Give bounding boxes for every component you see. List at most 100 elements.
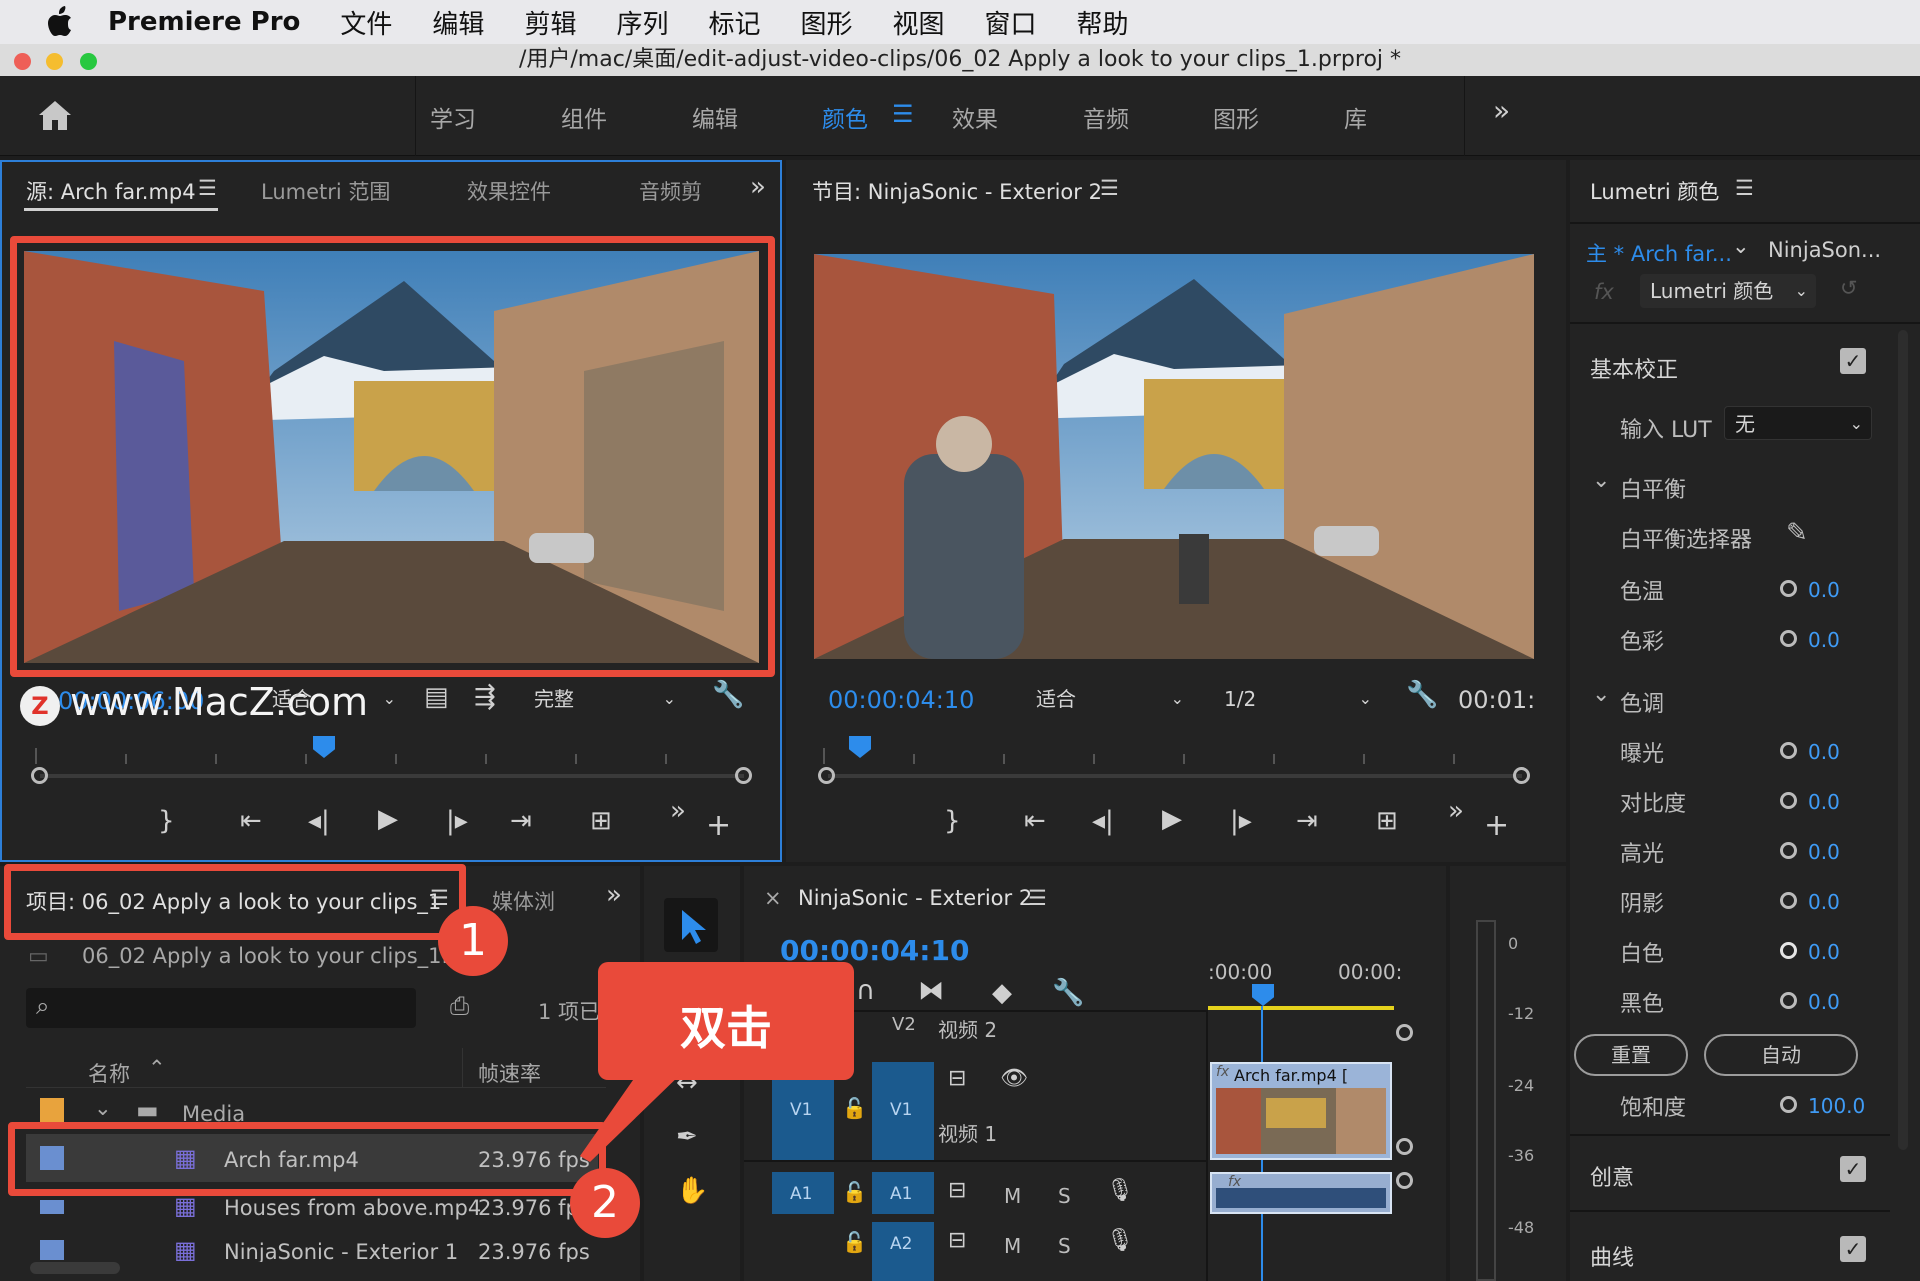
workspace-learning[interactable]: 学习	[430, 100, 476, 134]
snap-icon[interactable]: ∩	[856, 976, 875, 1006]
eye-icon[interactable]: 👁	[1000, 1066, 1028, 1091]
effect-dropdown[interactable]: Lumetri 颜色 ⌄	[1640, 274, 1816, 308]
panel-menu-icon[interactable]: ☰	[1028, 886, 1047, 910]
sync-lock-icon[interactable]: ⊟	[948, 1066, 966, 1091]
panel-menu-icon[interactable]: ☰	[1100, 176, 1119, 200]
a2-mute[interactable]: M	[1004, 1234, 1021, 1258]
highlights-value[interactable]: 0.0	[1808, 840, 1840, 864]
work-area-bar[interactable]	[1208, 1006, 1394, 1010]
microphone-icon[interactable]: 🎙	[1106, 1228, 1134, 1253]
master-clip-tab[interactable]: 主 * Arch far...	[1586, 238, 1732, 268]
hamburger-icon[interactable]: ☰	[892, 100, 914, 128]
project-search-input[interactable]: ⌕	[26, 988, 416, 1028]
insert-clip-icon[interactable]: ⊞	[590, 806, 612, 836]
home-icon[interactable]	[36, 98, 74, 136]
creative-header[interactable]: 创意	[1590, 1160, 1634, 1192]
sequence-clip-tab[interactable]: NinjaSon...	[1768, 238, 1881, 262]
overflow-icon[interactable]: »	[1448, 796, 1464, 826]
curves-header[interactable]: 曲线	[1590, 1240, 1634, 1272]
track-scroll-knob[interactable]	[1396, 1138, 1413, 1155]
tab-source[interactable]: 源: Arch far.mp4	[26, 176, 196, 206]
blacks-knob[interactable]	[1780, 992, 1797, 1009]
a2-solo[interactable]: S	[1058, 1234, 1071, 1258]
saturation-value[interactable]: 100.0	[1808, 1094, 1865, 1118]
chevron-down-icon[interactable]: ⌄	[1592, 682, 1610, 707]
column-fps[interactable]: 帧速率	[478, 1058, 541, 1088]
tab-audio-clip-mixer[interactable]: 音频剪	[639, 176, 702, 206]
column-name[interactable]: 名称	[88, 1058, 130, 1088]
source-ruler[interactable]	[26, 744, 746, 766]
workspace-graphics[interactable]: 图形	[1213, 100, 1259, 134]
auto-button[interactable]: 自动	[1704, 1034, 1858, 1076]
program-timecode[interactable]: 00:00:04:10	[828, 686, 974, 714]
workspace-color[interactable]: 颜色	[822, 100, 868, 134]
linked-selection-icon[interactable]: ⧓	[918, 976, 944, 1006]
whites-knob[interactable]	[1780, 942, 1797, 959]
go-to-out-icon[interactable]: ⇥	[510, 806, 532, 836]
menu-markers[interactable]: 标记	[708, 4, 760, 41]
program-video-frame[interactable]	[814, 254, 1534, 659]
lock-icon[interactable]: 🔓	[842, 1096, 867, 1120]
menu-clip[interactable]: 剪辑	[524, 4, 576, 41]
sync-lock-icon[interactable]: ⊟	[948, 1178, 966, 1203]
workspace-libraries[interactable]: 库	[1344, 100, 1367, 134]
panel-menu-icon[interactable]: ☰	[198, 176, 217, 200]
menu-file[interactable]: 文件	[340, 4, 392, 41]
film-strip-icon[interactable]: ▤	[424, 682, 449, 712]
panel-overflow-icon[interactable]: »	[606, 880, 622, 910]
step-back-icon[interactable]: ◂|	[1092, 806, 1114, 836]
close-window-button[interactable]	[14, 53, 31, 70]
temperature-knob[interactable]	[1780, 580, 1797, 597]
clip-name-houses[interactable]: Houses from above.mp4	[224, 1196, 481, 1220]
overflow-chevron-icon[interactable]: »	[1493, 94, 1510, 127]
reset-button[interactable]: 重置	[1574, 1034, 1688, 1076]
program-zoom-bar[interactable]	[828, 774, 1522, 778]
basic-correction-checkbox[interactable]: ✓	[1840, 348, 1866, 374]
add-button-icon[interactable]: +	[1484, 808, 1509, 843]
blacks-value[interactable]: 0.0	[1808, 990, 1840, 1014]
lumetri-title[interactable]: Lumetri 颜色	[1590, 176, 1719, 206]
contrast-knob[interactable]	[1780, 792, 1797, 809]
white-balance-header[interactable]: 白平衡	[1620, 472, 1686, 504]
lock-icon[interactable]: 🔓	[842, 1230, 867, 1254]
close-icon[interactable]: ×	[764, 886, 782, 910]
project-scrollbar[interactable]	[30, 1262, 120, 1274]
step-forward-icon[interactable]: |▸	[1230, 806, 1252, 836]
shadows-knob[interactable]	[1780, 892, 1797, 909]
mark-out-icon[interactable]: }	[944, 806, 961, 836]
zoom-handle-left[interactable]	[31, 767, 48, 784]
exposure-value[interactable]: 0.0	[1808, 740, 1840, 764]
tone-header[interactable]: 色调	[1620, 686, 1664, 718]
step-forward-icon[interactable]: |▸	[446, 806, 468, 836]
video-clip-arch-far[interactable]: Arch far.mp4 [ fx	[1210, 1062, 1392, 1160]
exposure-knob[interactable]	[1780, 742, 1797, 759]
zoom-window-button[interactable]	[80, 53, 97, 70]
highlights-knob[interactable]	[1780, 842, 1797, 859]
whites-value[interactable]: 0.0	[1808, 940, 1840, 964]
play-icon[interactable]: ▶	[378, 804, 398, 834]
eyedropper-icon[interactable]: ✎	[1786, 518, 1808, 548]
menu-view[interactable]: 视图	[893, 4, 945, 41]
creative-checkbox[interactable]: ✓	[1840, 1156, 1866, 1182]
menu-edit[interactable]: 编辑	[432, 4, 484, 41]
timeline-title[interactable]: NinjaSonic - Exterior 2	[798, 886, 1032, 910]
add-marker-icon[interactable]: ◆	[992, 978, 1012, 1008]
go-to-out-icon[interactable]: ⇥	[1296, 806, 1318, 836]
reset-effect-icon[interactable]: ↺	[1840, 276, 1858, 300]
menu-help[interactable]: 帮助	[1077, 4, 1129, 41]
basic-correction-header[interactable]: 基本校正	[1590, 352, 1678, 384]
hand-tool-icon[interactable]: ✋	[676, 1176, 708, 1206]
wrench-icon[interactable]: 🔧	[712, 680, 744, 710]
panel-menu-icon[interactable]: ☰	[1735, 176, 1754, 200]
tint-knob[interactable]	[1780, 630, 1797, 647]
workspace-effects[interactable]: 效果	[952, 100, 998, 134]
track-scroll-knob[interactable]	[1396, 1172, 1413, 1189]
go-to-in-icon[interactable]: ⇤	[240, 806, 262, 836]
a1-solo[interactable]: S	[1058, 1184, 1071, 1208]
a1-mute[interactable]: M	[1004, 1184, 1021, 1208]
sort-up-icon[interactable]: ⌃	[148, 1056, 166, 1080]
chevron-down-icon[interactable]: ⌄	[1732, 234, 1750, 258]
panel-overflow-icon[interactable]: »	[750, 172, 766, 202]
lumetri-scrollbar[interactable]	[1898, 330, 1908, 1150]
temperature-value[interactable]: 0.0	[1808, 578, 1840, 602]
